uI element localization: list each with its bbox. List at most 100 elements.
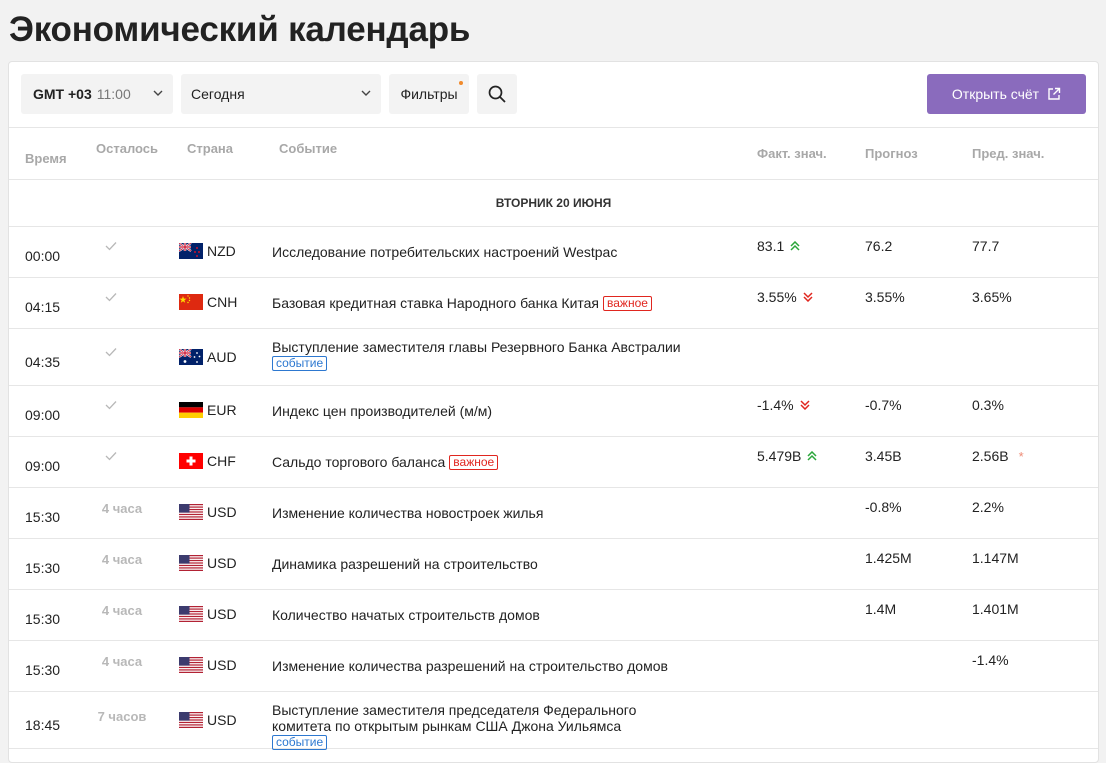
previous-value: 2.2% xyxy=(972,499,1004,515)
time-remaining: 4 часа xyxy=(101,501,143,516)
event-title[interactable]: Исследование потребительских настроений … xyxy=(272,244,617,260)
search-icon xyxy=(488,85,506,103)
event-title[interactable]: Сальдо торгового баланса xyxy=(272,454,445,470)
event-name[interactable]: Индекс цен производителей (м/м) xyxy=(272,403,732,419)
table-header: Время Осталось Страна Событие Факт. знач… xyxy=(9,128,1098,180)
event-time: 00:00 xyxy=(25,248,61,264)
event-name[interactable]: Динамика разрешений на строительство xyxy=(272,556,732,572)
col-forecast[interactable]: Прогноз xyxy=(865,146,918,161)
currency-code: CNH xyxy=(207,294,238,310)
table-row[interactable]: 15:30 4 часа USD Изменение количества новос… xyxy=(9,488,1098,539)
forecast-value: -0.8% xyxy=(865,499,902,515)
flag-au-icon xyxy=(178,348,203,365)
currency-code: USD xyxy=(207,712,237,728)
col-event[interactable]: Событие xyxy=(279,141,337,156)
actual-value-text: 5.479B xyxy=(757,448,802,464)
previous-value-text: 2.2% xyxy=(972,499,1004,515)
calendar-card: GMT +03 11:00 Сегодня Фильтры Открыть сч… xyxy=(8,61,1099,763)
event-name[interactable]: Количество начатых строительств домов xyxy=(272,607,732,623)
date-select[interactable]: Сегодня xyxy=(181,74,381,114)
flag-us-icon xyxy=(179,606,203,622)
event-title[interactable]: Изменение количества разрешений на строи… xyxy=(272,658,668,674)
event-name[interactable]: Базовая кредитная ставка Народного банка… xyxy=(272,295,732,311)
event-title[interactable]: Базовая кредитная ставка Народного банка… xyxy=(272,295,599,311)
day-header: ВТОРНИК 20 ИЮНЯ xyxy=(9,180,1098,227)
previous-value: 77.7 xyxy=(972,238,999,254)
previous-value: 0.3% xyxy=(972,397,1004,413)
table-row[interactable]: 00:00 NZD Исследование потребительских нас… xyxy=(9,227,1098,278)
event-time: 15:30 xyxy=(25,560,61,576)
completed-check-icon xyxy=(105,344,117,360)
actual-value: 5.479B xyxy=(757,448,817,464)
forecast-value: 76.2 xyxy=(865,238,893,254)
open-account-button[interactable]: Открыть счёт xyxy=(927,74,1086,114)
completed-check-icon xyxy=(105,448,117,464)
event-name[interactable]: Сальдо торгового баланса важное xyxy=(272,454,732,470)
previous-value: 1.147M xyxy=(972,550,1019,566)
event-time: 15:30 xyxy=(25,662,61,678)
timezone-select[interactable]: GMT +03 11:00 xyxy=(21,74,173,114)
flag-us-icon xyxy=(179,504,203,520)
table-row[interactable]: 09:00 CHF Сальдо торгового баланса важное 5.… xyxy=(9,437,1098,488)
table-row[interactable]: 18:45 7 часов USD Выступление заместителя п… xyxy=(9,692,1098,750)
search-button[interactable] xyxy=(477,74,517,114)
date-value: Сегодня xyxy=(191,86,245,102)
table-row[interactable]: 15:30 4 часа USD Изменение количества разре… xyxy=(9,641,1098,692)
currency-code: USD xyxy=(207,504,237,520)
event-name[interactable]: Изменение количества новостроек жилья xyxy=(272,505,732,521)
flag-us-icon xyxy=(179,657,203,673)
event-name[interactable]: Выступление заместителя главы Резервного… xyxy=(272,339,702,371)
event-title[interactable]: Выступление заместителя главы Резервного… xyxy=(272,339,681,355)
event-title[interactable]: Изменение количества новостроек жилья xyxy=(272,505,543,521)
event-name[interactable]: Изменение количества разрешений на строи… xyxy=(272,658,732,674)
table-row[interactable]: 15:30 4 часа USD Количество начатых строите… xyxy=(9,590,1098,641)
events-table-body: 00:00 NZD Исследование потребительских нас… xyxy=(9,227,1098,750)
event-title[interactable]: Индекс цен производителей (м/м) xyxy=(272,403,492,419)
time-remaining: 7 часов xyxy=(97,709,147,724)
currency-code: EUR xyxy=(207,402,237,418)
table-row[interactable]: 04:35 AUD Выступление заместителя главы Ре… xyxy=(9,329,1098,386)
actual-value-text: 83.1 xyxy=(757,238,785,254)
event-title[interactable]: Выступление заместителя председателя Фед… xyxy=(272,702,636,734)
event-time: 09:00 xyxy=(25,407,61,423)
col-left[interactable]: Осталось xyxy=(96,141,158,156)
currency-code: USD xyxy=(207,555,237,571)
filters-button[interactable]: Фильтры xyxy=(389,74,469,114)
filters-label: Фильтры xyxy=(400,86,458,102)
flag-ch-icon xyxy=(179,453,203,469)
currency-code: USD xyxy=(207,606,237,622)
actual-value-text: 3.55% xyxy=(757,289,797,305)
previous-value: 2.56B * xyxy=(972,448,1024,464)
event-title[interactable]: Динамика разрешений на строительство xyxy=(272,556,538,572)
table-row[interactable]: 04:15 CNH Базовая кредитная ставка Народно… xyxy=(9,278,1098,329)
previous-value-text: 1.401M xyxy=(972,601,1019,617)
external-link-icon xyxy=(1048,87,1061,100)
forecast-value: 3.45B xyxy=(865,448,902,464)
event-time: 04:15 xyxy=(25,299,61,315)
completed-check-icon xyxy=(105,397,117,413)
forecast-value: 3.55% xyxy=(865,289,905,305)
previous-value-text: 3.65% xyxy=(972,289,1012,305)
event-title[interactable]: Количество начатых строительств домов xyxy=(272,607,540,623)
forecast-value: 1.4M xyxy=(865,601,897,617)
importance-badge: важное xyxy=(449,455,499,470)
previous-value-text: -1.4% xyxy=(972,652,1009,668)
col-country[interactable]: Страна xyxy=(187,141,233,156)
event-time: 18:45 xyxy=(25,717,61,733)
event-time: 04:35 xyxy=(25,354,61,370)
event-name[interactable]: Исследование потребительских настроений … xyxy=(272,244,732,260)
table-row[interactable]: 09:00 EUR Индекс цен производителей (м/м) -… xyxy=(9,386,1098,437)
forecast-value: 1.425M xyxy=(865,550,912,566)
col-previous[interactable]: Пред. знач. xyxy=(972,146,1044,161)
col-time[interactable]: Время xyxy=(25,151,67,166)
filter-indicator-dot xyxy=(459,81,463,85)
toolbar: GMT +03 11:00 Сегодня Фильтры Открыть сч… xyxy=(9,62,1098,128)
table-row[interactable]: 15:30 4 часа USD Динамика разрешений на стр… xyxy=(9,539,1098,590)
col-actual[interactable]: Факт. знач. xyxy=(757,146,827,161)
time-remaining: 4 часа xyxy=(101,552,143,567)
previous-value-text: 0.3% xyxy=(972,397,1004,413)
forecast-value: -0.7% xyxy=(865,397,902,413)
actual-value: 83.1 xyxy=(757,238,800,254)
event-name[interactable]: Выступление заместителя председателя Фед… xyxy=(272,702,652,750)
currency-code: AUD xyxy=(207,349,237,365)
